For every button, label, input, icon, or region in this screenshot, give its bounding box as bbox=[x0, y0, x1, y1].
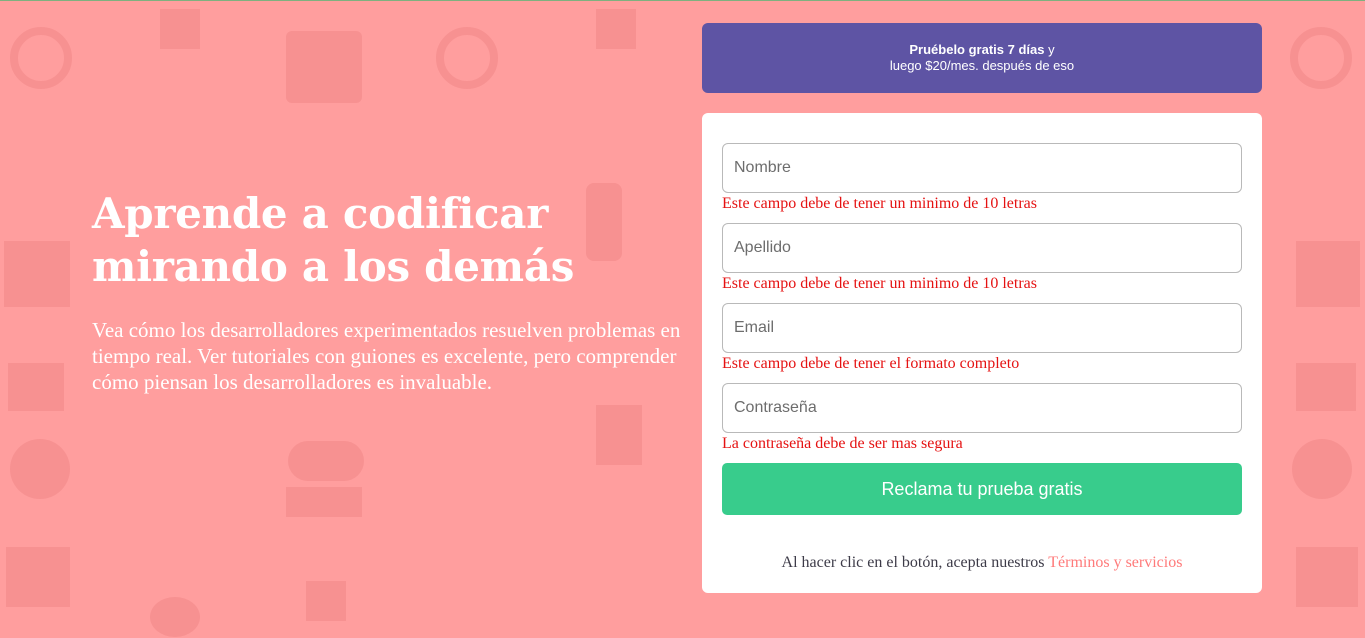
promo-line-1: Pruébelo gratis 7 días y bbox=[702, 42, 1262, 58]
last-name-error: Este campo debe de tener un minimo de 10… bbox=[722, 275, 1038, 292]
calendar-icon bbox=[1296, 547, 1358, 607]
promo-suffix: y bbox=[1044, 42, 1055, 57]
first-name-error: Este campo debe de tener un minimo de 10… bbox=[722, 195, 1038, 212]
tools-icon bbox=[1296, 363, 1356, 411]
promo-line-2: luego $20/mes. después de eso bbox=[889, 58, 1075, 73]
hero-description: Vea cómo los desarrolladores experimenta… bbox=[92, 318, 681, 394]
promo-banner: Pruébelo gratis 7 días y luego $20/mes. … bbox=[702, 23, 1262, 93]
claim-trial-button[interactable]: Reclama tu prueba gratis bbox=[722, 463, 1242, 515]
headset-icon bbox=[436, 27, 498, 89]
terms-link[interactable]: Términos y servicios bbox=[1048, 554, 1182, 571]
home-icon bbox=[160, 9, 200, 49]
password-error: La contraseña debe de ser mas segura bbox=[722, 435, 963, 452]
calendar-icon bbox=[6, 547, 70, 607]
globe-icon bbox=[1292, 439, 1352, 499]
terms-notice: Al hacer clic en el botón, acepta nuestr… bbox=[722, 554, 1242, 572]
last-name-input[interactable] bbox=[722, 223, 1242, 273]
hero-title: Aprende a codificar mirando a los demás bbox=[92, 189, 575, 291]
key-icon bbox=[288, 441, 364, 481]
home-icon bbox=[306, 581, 346, 621]
terms-text: Al hacer clic en el botón, acepta nuestr… bbox=[781, 554, 1049, 571]
password-input[interactable] bbox=[722, 383, 1242, 433]
promo-highlight: Pruébelo gratis 7 días bbox=[909, 42, 1045, 57]
first-name-input[interactable] bbox=[722, 143, 1242, 193]
headset-icon bbox=[10, 27, 72, 89]
cart-icon bbox=[596, 405, 642, 465]
gear-icon bbox=[150, 597, 200, 637]
email-error: Este campo debe de tener el formato comp… bbox=[722, 355, 1020, 372]
hero-section: Aprende a codificar mirando a los demás … bbox=[92, 187, 682, 395]
headset-icon bbox=[1290, 27, 1352, 89]
email-input[interactable] bbox=[722, 303, 1242, 353]
tools-icon bbox=[8, 363, 64, 411]
briefcase-icon bbox=[286, 31, 362, 103]
document-icon bbox=[286, 487, 362, 517]
home-icon bbox=[596, 9, 636, 49]
globe-icon bbox=[10, 439, 70, 499]
chart-icon bbox=[4, 241, 70, 307]
signup-form: Este campo debe de tener un minimo de 10… bbox=[702, 113, 1262, 593]
chart-icon bbox=[1296, 241, 1360, 307]
